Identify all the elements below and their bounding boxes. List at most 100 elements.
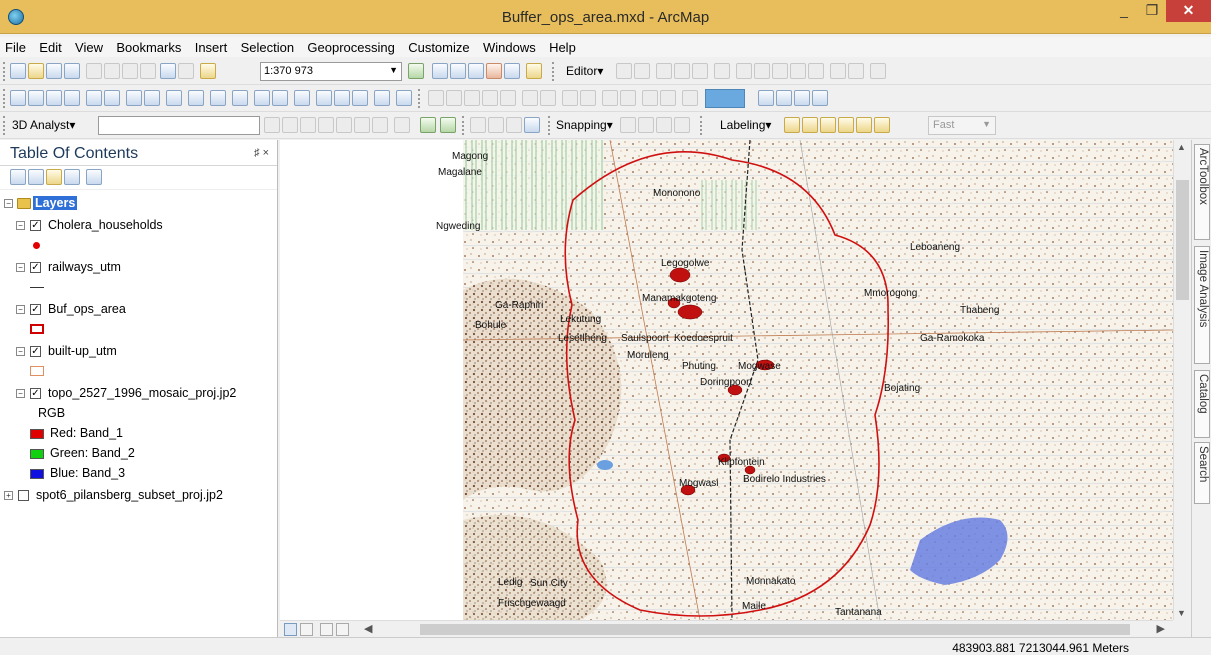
layout-page-icon[interactable]	[794, 90, 810, 106]
table-of-contents-icon[interactable]	[432, 63, 448, 79]
pause-drawing-button[interactable]	[336, 623, 349, 636]
zoom-out-icon[interactable]	[28, 90, 44, 106]
collapse-icon[interactable]: −	[16, 263, 25, 272]
map-scale-input[interactable]: 1:370 973 ▼	[260, 62, 402, 81]
georef-zoom-in-icon[interactable]	[428, 90, 444, 106]
menu-edit[interactable]: Edit	[34, 37, 66, 58]
back-arrow-icon[interactable]	[126, 90, 142, 106]
menu-windows[interactable]: Windows	[478, 37, 541, 58]
scroll-left-arrow-icon[interactable]: ◀	[364, 622, 372, 635]
menu-geoprocessing[interactable]: Geoprocessing	[302, 37, 399, 58]
scroll-right-arrow-icon[interactable]: ▶	[1157, 622, 1165, 635]
pause-labeling-icon[interactable]	[856, 117, 872, 133]
python-window-icon[interactable]	[504, 63, 520, 79]
interpolate-point-icon[interactable]	[336, 117, 352, 133]
measure-icon[interactable]	[294, 90, 310, 106]
3d-dropdown-icon[interactable]	[264, 117, 280, 133]
end-point-arc-icon[interactable]	[674, 63, 690, 79]
layer-visibility-checkbox[interactable]: ✓	[30, 262, 41, 273]
arctoolbox-tab[interactable]: ArcToolbox	[1194, 144, 1210, 240]
layer-visibility-checkbox[interactable]: ✓	[30, 304, 41, 315]
georef-extent-icon[interactable]	[482, 90, 498, 106]
fixed-zoom-in-icon[interactable]	[86, 90, 102, 106]
list-by-visibility-icon[interactable]	[46, 169, 62, 185]
labeling-menu[interactable]: Labeling▾	[720, 118, 771, 132]
pan-hand-icon[interactable]	[46, 90, 62, 106]
toolbar-grip[interactable]	[418, 89, 421, 108]
georef-table-icon[interactable]	[562, 90, 578, 106]
create-viewer-window-icon[interactable]	[396, 90, 412, 106]
minimize-button[interactable]: _	[1110, 0, 1138, 22]
table-icon[interactable]	[506, 117, 522, 133]
toolbar-grip[interactable]	[462, 116, 465, 135]
chevron-down-icon[interactable]: ▼	[982, 119, 991, 129]
collapse-icon[interactable]: −	[16, 221, 25, 230]
chevron-down-icon[interactable]: ▼	[389, 65, 398, 75]
full-extent-icon[interactable]	[64, 90, 80, 106]
close-button[interactable]: ✕	[1166, 0, 1211, 22]
3d-analyst-layer-select[interactable]	[98, 116, 260, 135]
menu-bookmarks[interactable]: Bookmarks	[111, 37, 186, 58]
catalog-window-icon[interactable]	[450, 63, 466, 79]
arcglobe-icon[interactable]	[440, 117, 456, 133]
attributes-icon[interactable]	[830, 63, 846, 79]
layout-pan-icon[interactable]	[776, 90, 792, 106]
search-window-icon[interactable]	[468, 63, 484, 79]
map-display[interactable]: Magong Magalane Mononono Ngweding Leboan…	[280, 140, 1173, 620]
layout-fit-icon[interactable]	[812, 90, 828, 106]
snapping-menu[interactable]: Snapping▾	[556, 118, 613, 132]
refresh-view-button[interactable]	[320, 623, 333, 636]
toolbar-grip[interactable]	[3, 62, 6, 81]
copy-icon[interactable]	[104, 63, 120, 79]
zoom-percent-input[interactable]	[705, 89, 745, 108]
collapse-icon[interactable]: −	[16, 305, 25, 314]
expand-icon[interactable]: +	[4, 491, 13, 500]
trace-icon[interactable]	[692, 63, 708, 79]
toc-pin-close-buttons[interactable]: ♯ ×	[254, 147, 269, 159]
view-unplaced-labels-icon[interactable]	[874, 117, 890, 133]
redo-icon[interactable]	[178, 63, 194, 79]
reshape-icon[interactable]	[754, 63, 770, 79]
save-icon[interactable]	[46, 63, 62, 79]
catalog-tab[interactable]: Catalog	[1194, 370, 1210, 438]
map-vertical-scrollbar[interactable]: ▲ ▼	[1173, 140, 1190, 620]
rotate-icon[interactable]	[808, 63, 824, 79]
menu-view[interactable]: View	[70, 37, 108, 58]
toolbar-grip[interactable]	[548, 116, 551, 135]
create-features-icon[interactable]	[870, 63, 886, 79]
collapse-icon[interactable]: −	[4, 199, 13, 208]
profile-graph-icon[interactable]	[372, 117, 388, 133]
find-route-icon[interactable]	[334, 90, 350, 106]
edge-snapping-icon[interactable]	[674, 117, 690, 133]
layer-visibility-checkbox[interactable]: ✓	[30, 388, 41, 399]
menu-customize[interactable]: Customize	[403, 37, 474, 58]
straight-segment-icon[interactable]	[656, 63, 672, 79]
georef-zoom-out-icon[interactable]	[446, 90, 462, 106]
3d-analyst-menu[interactable]: 3D Analyst▾	[12, 118, 75, 132]
list-by-source-icon[interactable]	[28, 169, 44, 185]
georef-view-icon[interactable]	[682, 90, 698, 106]
line-of-sight-icon[interactable]	[318, 117, 334, 133]
toolbar-grip[interactable]	[552, 62, 555, 81]
interpolate-line-icon[interactable]	[354, 117, 370, 133]
menu-file[interactable]: File	[0, 37, 31, 58]
collapse-icon[interactable]: −	[16, 389, 25, 398]
map-canvas[interactable]: Magong Magalane Mononono Ngweding Leboan…	[280, 140, 1173, 620]
label-weight-icon[interactable]	[820, 117, 836, 133]
end-snapping-icon[interactable]	[638, 117, 654, 133]
interpolate-polygon-icon[interactable]	[394, 117, 410, 133]
go-to-xy-icon[interactable]	[352, 90, 368, 106]
maximize-button[interactable]: ❐	[1138, 0, 1166, 22]
layout-view-button[interactable]	[300, 623, 313, 636]
fixed-zoom-out-icon[interactable]	[104, 90, 120, 106]
layer-visibility-checkbox[interactable]: ✓	[30, 220, 41, 231]
sketch-properties-icon[interactable]	[848, 63, 864, 79]
editor-toolbar-icon[interactable]	[408, 63, 424, 79]
toolbar-grip[interactable]	[3, 89, 6, 108]
list-by-drawing-order-icon[interactable]	[10, 169, 26, 185]
toolbar-grip[interactable]	[700, 116, 703, 135]
menu-insert[interactable]: Insert	[190, 37, 233, 58]
label-quality-select[interactable]: Fast ▼	[928, 116, 996, 135]
identify-icon[interactable]	[232, 90, 248, 106]
scroll-up-arrow-icon[interactable]: ▲	[1177, 142, 1186, 152]
